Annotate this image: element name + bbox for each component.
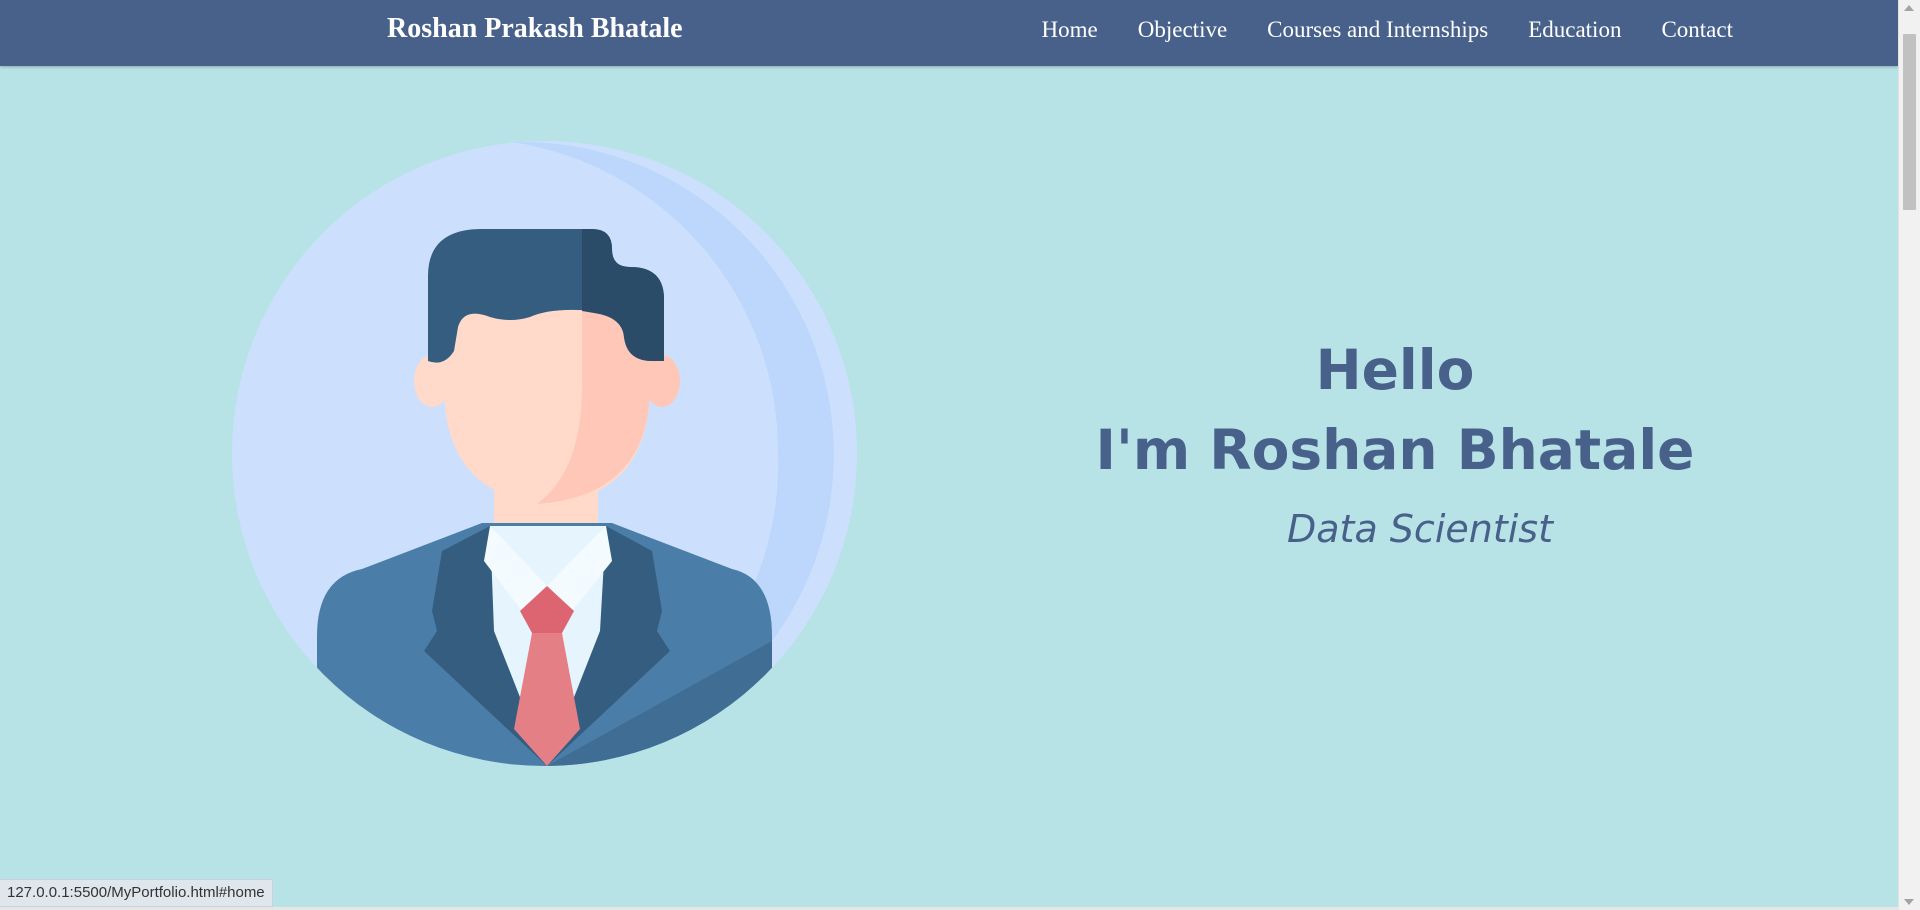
scrollbar-thumb[interactable]	[1903, 34, 1916, 210]
portfolio-page: Roshan Prakash Bhatale Home Objective Co…	[0, 0, 1920, 910]
hero-greeting: Hello	[1315, 338, 1475, 402]
nav-link-contact[interactable]: Contact	[1661, 17, 1733, 43]
scroll-down-arrow-icon[interactable]	[1904, 899, 1914, 905]
status-bar-url: 127.0.0.1:5500/MyPortfolio.html#home	[0, 879, 273, 907]
nav-link-education[interactable]: Education	[1528, 17, 1621, 43]
scroll-up-arrow-icon[interactable]	[1904, 5, 1914, 11]
nav-link-home[interactable]: Home	[1042, 17, 1098, 43]
navbar: Roshan Prakash Bhatale Home Objective Co…	[0, 0, 1899, 66]
hero-role: Data Scientist	[1287, 507, 1553, 551]
nav-links: Home Objective Courses and Internships E…	[1042, 17, 1733, 43]
brand-name[interactable]: Roshan Prakash Bhatale	[387, 13, 683, 45]
vertical-scrollbar[interactable]	[1898, 0, 1920, 910]
hero-name: I'm Roshan Bhatale	[1095, 418, 1695, 482]
businessman-avatar-icon	[232, 141, 857, 766]
nav-link-objective[interactable]: Objective	[1138, 17, 1227, 43]
hero-section: Hello I'm Roshan Bhatale Data Scientist	[1060, 330, 1730, 554]
nav-link-courses-internships[interactable]: Courses and Internships	[1267, 17, 1488, 43]
